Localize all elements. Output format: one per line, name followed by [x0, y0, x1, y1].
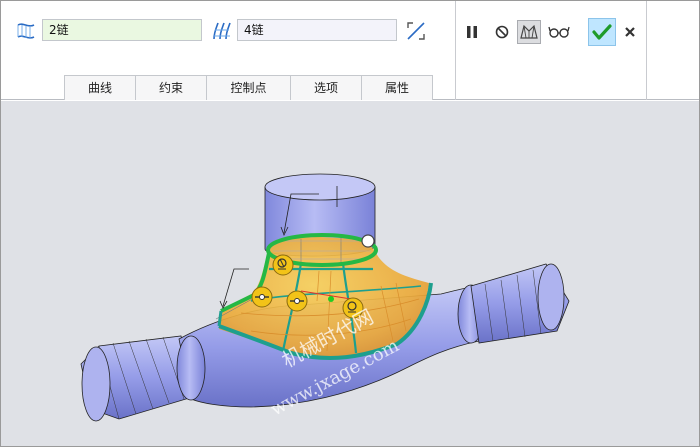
verify-mode-button[interactable]	[547, 20, 571, 44]
constraint-handle[interactable]	[286, 290, 308, 312]
tab-constraints[interactable]: 约束	[135, 75, 207, 100]
pause-icon	[467, 26, 477, 38]
no-preview-button[interactable]	[490, 20, 514, 44]
glasses-icon	[548, 26, 570, 38]
graphics-window[interactable]: 机械时代网 www.jxage.com	[1, 101, 699, 446]
geometry-preview-button[interactable]	[517, 20, 541, 44]
right-cone-end	[470, 263, 570, 344]
tab-options[interactable]: 选项	[290, 75, 362, 100]
tab-curves[interactable]: 曲线	[64, 75, 136, 100]
boundary-surface-icon	[15, 20, 37, 42]
dashboard-tabs: 曲线 约束 控制点 选项 属性	[64, 75, 433, 100]
close-icon	[625, 27, 635, 37]
checkmark-icon	[592, 24, 612, 40]
no-preview-icon	[495, 25, 509, 39]
first-direction-chain-field[interactable]: 2链	[42, 19, 202, 41]
second-direction-chain-field[interactable]: 4链	[237, 19, 397, 41]
model-view: 机械时代网 www.jxage.com	[80, 173, 570, 422]
control-point-handle[interactable]	[361, 234, 375, 248]
geometry-preview-icon	[520, 24, 538, 39]
swap-direction-icon[interactable]	[405, 20, 427, 42]
constraint-handle[interactable]	[251, 286, 273, 308]
constraint-handle[interactable]	[272, 254, 294, 276]
app-window: 2链 4链 曲线 约束 控制点 选项 属性 机械时代网 www.jxage.co…	[0, 0, 700, 447]
boundary-blend-dashboard: 2链 4链 曲线 约束 控制点 选项 属性	[1, 1, 699, 100]
toolbar-divider	[646, 1, 647, 100]
tab-control-points[interactable]: 控制点	[206, 75, 291, 100]
tab-properties[interactable]: 属性	[361, 75, 433, 100]
toolbar-divider	[455, 1, 456, 100]
control-point-handle[interactable]	[328, 296, 334, 302]
boundary-surface-icon	[210, 20, 232, 42]
cancel-button[interactable]	[618, 20, 642, 44]
ok-button[interactable]	[588, 18, 616, 46]
pause-button[interactable]	[460, 20, 484, 44]
